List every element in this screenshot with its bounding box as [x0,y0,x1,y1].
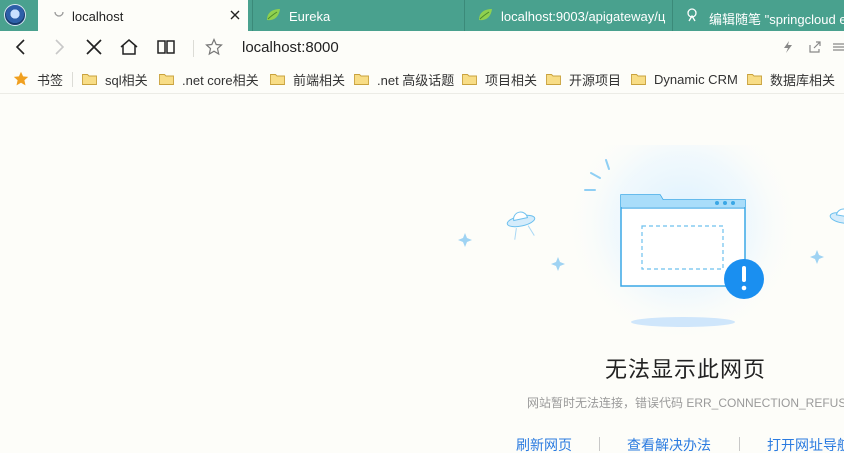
bookmark-star-icon [13,71,29,86]
refresh-link[interactable]: 刷新网页 [516,435,572,453]
bookmark-folder-net-advanced[interactable]: .net 高级话题 [354,71,455,88]
tab-edit-post[interactable]: 编辑随笔 "springcloud e [672,0,844,31]
folder-icon [82,74,97,85]
bookmark-folder-dynamic-crm[interactable]: Dynamic CRM [631,71,738,87]
sparkle-icon [551,257,565,271]
folder-icon [159,74,174,85]
navigation-bar: localhost:8000 [0,31,844,64]
bookmark-folder-sql[interactable]: sql相关 [82,71,148,88]
bookmark-folder-netcore[interactable]: .net core相关 [159,71,259,88]
bookmark-root[interactable]: 书签 [13,71,64,88]
bookmark-label: 项目相关 [485,72,538,88]
bookmark-folder-opensource[interactable]: 开源项目 [546,71,622,88]
back-button[interactable] [10,36,32,58]
bookmark-folder-database[interactable]: 数据库相关 [747,71,836,88]
tab-label: localhost [72,9,124,24]
window-shadow [631,317,735,327]
folder-icon [546,74,561,85]
folder-icon [747,74,762,85]
sparkle-icon [458,233,472,247]
menu-icon[interactable] [832,40,844,54]
loading-icon [54,11,64,17]
spring-leaf-icon [267,9,280,21]
open-nav-link[interactable]: 打开网址导航 [767,435,844,453]
error-illustration [458,145,844,343]
view-solutions-link[interactable]: 查看解决办法 [627,435,711,453]
tab-label: localhost:9003/apigateway/ц [501,9,666,24]
browser-avatar-icon[interactable] [4,4,26,26]
edit-page-icon [687,8,697,22]
tab-localhost[interactable]: localhost [38,0,248,31]
bookmark-label: 数据库相关 [770,72,836,88]
folder-icon [354,74,369,85]
ufo-icon [506,211,536,240]
share-icon[interactable] [808,40,822,54]
forward-icon [55,39,65,55]
spring-leaf-icon [479,9,492,21]
close-tab-icon[interactable] [228,8,242,22]
forward-button[interactable] [48,36,70,58]
favorite-star-icon [205,38,223,56]
bookmark-label: 开源项目 [569,72,622,88]
sparkle-icon [810,250,824,264]
bookmark-label: sql相关 [105,72,148,88]
folder-icon [270,74,285,85]
stop-button[interactable] [83,36,105,58]
bookmark-label: .net core相关 [182,72,259,88]
bookmark-label: 前端相关 [293,72,346,88]
lightning-icon[interactable] [781,40,795,54]
error-title: 无法显示此网页 [605,357,767,382]
reading-view-icon [157,40,175,54]
error-description: 网站暂时无法连接，错误代码 ERR_CONNECTION_REFUSED [527,396,844,410]
error-exclamation-icon [724,259,764,299]
stop-icon [86,39,102,55]
folder-icon [462,74,477,85]
home-button[interactable] [118,36,140,58]
bookmarks-bar: 书签 sql相关 .net core相关 前端相关 .net 高级话题 项目相关… [0,64,844,94]
folder-icon [631,74,646,85]
ufo-icon [829,208,844,224]
nav-divider [193,40,194,57]
back-icon [15,39,25,55]
bookmark-label: .net 高级话题 [377,72,455,88]
reading-view-button[interactable] [155,36,177,58]
bookmark-divider [72,72,73,87]
tab-eureka[interactable]: Eureka [252,0,462,31]
address-bar[interactable]: localhost:8000 [242,39,339,56]
bookmark-folder-projects[interactable]: 项目相关 [462,71,538,88]
link-divider [599,437,600,451]
bookmark-label: 书签 [37,72,64,88]
link-divider [739,437,740,451]
tab-strip: localhost Eureka localhost:9003/apigatew… [0,0,844,31]
tab-label: Eureka [289,9,331,24]
bookmark-folder-frontend[interactable]: 前端相关 [270,71,346,88]
tab-label: 编辑随笔 "springcloud e [709,12,844,27]
tab-apigateway[interactable]: localhost:9003/apigateway/ц [464,0,670,31]
favorite-button[interactable] [203,36,225,58]
bookmark-label: Dynamic CRM [654,71,738,87]
home-icon [120,39,138,55]
